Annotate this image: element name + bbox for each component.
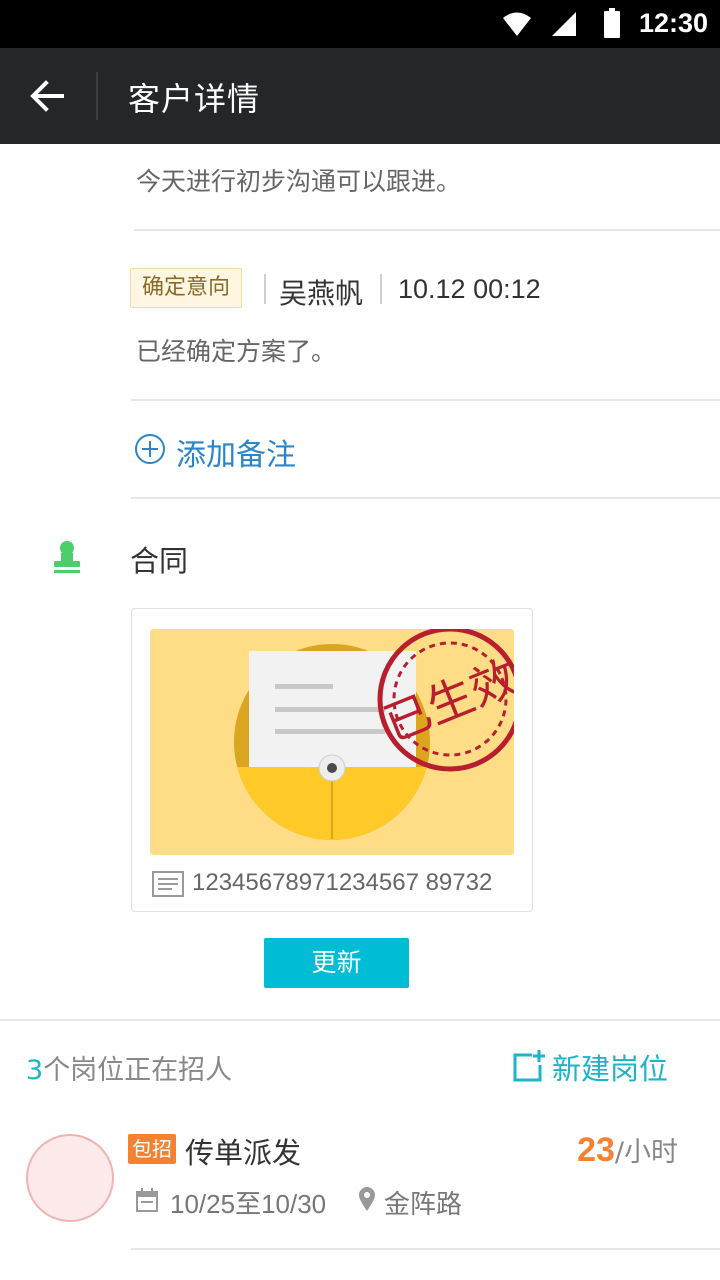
job-list-item[interactable]: 包招 传单派发 23/小时 10/25至10/30 金阵路 (0, 1120, 720, 1250)
status-bar: 12:30 (0, 0, 720, 48)
divider (131, 399, 720, 401)
document-icon (152, 871, 184, 897)
salary-amount: 23 (577, 1131, 615, 1169)
location-pin-icon (359, 1187, 375, 1211)
add-job-icon (513, 1050, 545, 1082)
divider (131, 497, 720, 499)
cellular-signal-icon (552, 12, 576, 36)
app-toolbar: 客户详情 (0, 48, 720, 144)
divider (134, 229, 720, 231)
battery-icon (604, 8, 620, 38)
salary-unit: /小时 (614, 1137, 678, 1168)
clock: 12:30 (638, 8, 708, 38)
add-note-label: 添加备注 (176, 438, 296, 473)
note-author: 吴燕帆 (279, 277, 364, 310)
add-circle-icon (135, 434, 165, 464)
update-button[interactable]: 更新 (264, 938, 409, 988)
calendar-icon (136, 1188, 158, 1212)
jobs-count-number: 3 (26, 1055, 44, 1086)
back-arrow-icon[interactable] (22, 70, 74, 122)
job-dates: 10/25至10/30 (170, 1189, 327, 1219)
meta-separator (264, 274, 266, 304)
jobs-count-text: 3个岗位正在招人 (26, 1048, 232, 1087)
page-title: 客户详情 (128, 80, 261, 118)
job-location: 金阵路 (384, 1190, 463, 1220)
job-avatar (26, 1134, 114, 1222)
divider (131, 1248, 720, 1250)
meta-separator (380, 274, 382, 304)
contract-stamp-icon (54, 541, 80, 573)
intent-tag: 确定意向 (130, 268, 243, 308)
contract-card[interactable]: 已生效 12345678971234567 89732 (131, 608, 533, 912)
job-badge: 包招 (128, 1134, 176, 1164)
job-title: 传单派发 (185, 1136, 302, 1170)
toolbar-divider (96, 72, 98, 120)
job-salary: 23/小时 (577, 1130, 678, 1170)
note-time: 10.12 00:12 (398, 274, 541, 304)
jobs-count-label: 个岗位正在招人 (43, 1055, 233, 1086)
note-text: 今天进行初步沟通可以跟进。 (136, 167, 462, 196)
contract-thumbnail[interactable]: 已生效 (150, 629, 514, 855)
section-separator (0, 1019, 720, 1021)
note-text: 已经确定方案了。 (136, 337, 337, 366)
contract-number: 12345678971234567 89732 (192, 869, 493, 896)
new-job-label: 新建岗位 (552, 1052, 669, 1086)
contract-section-title: 合同 (130, 544, 189, 578)
wifi-icon (503, 12, 531, 36)
